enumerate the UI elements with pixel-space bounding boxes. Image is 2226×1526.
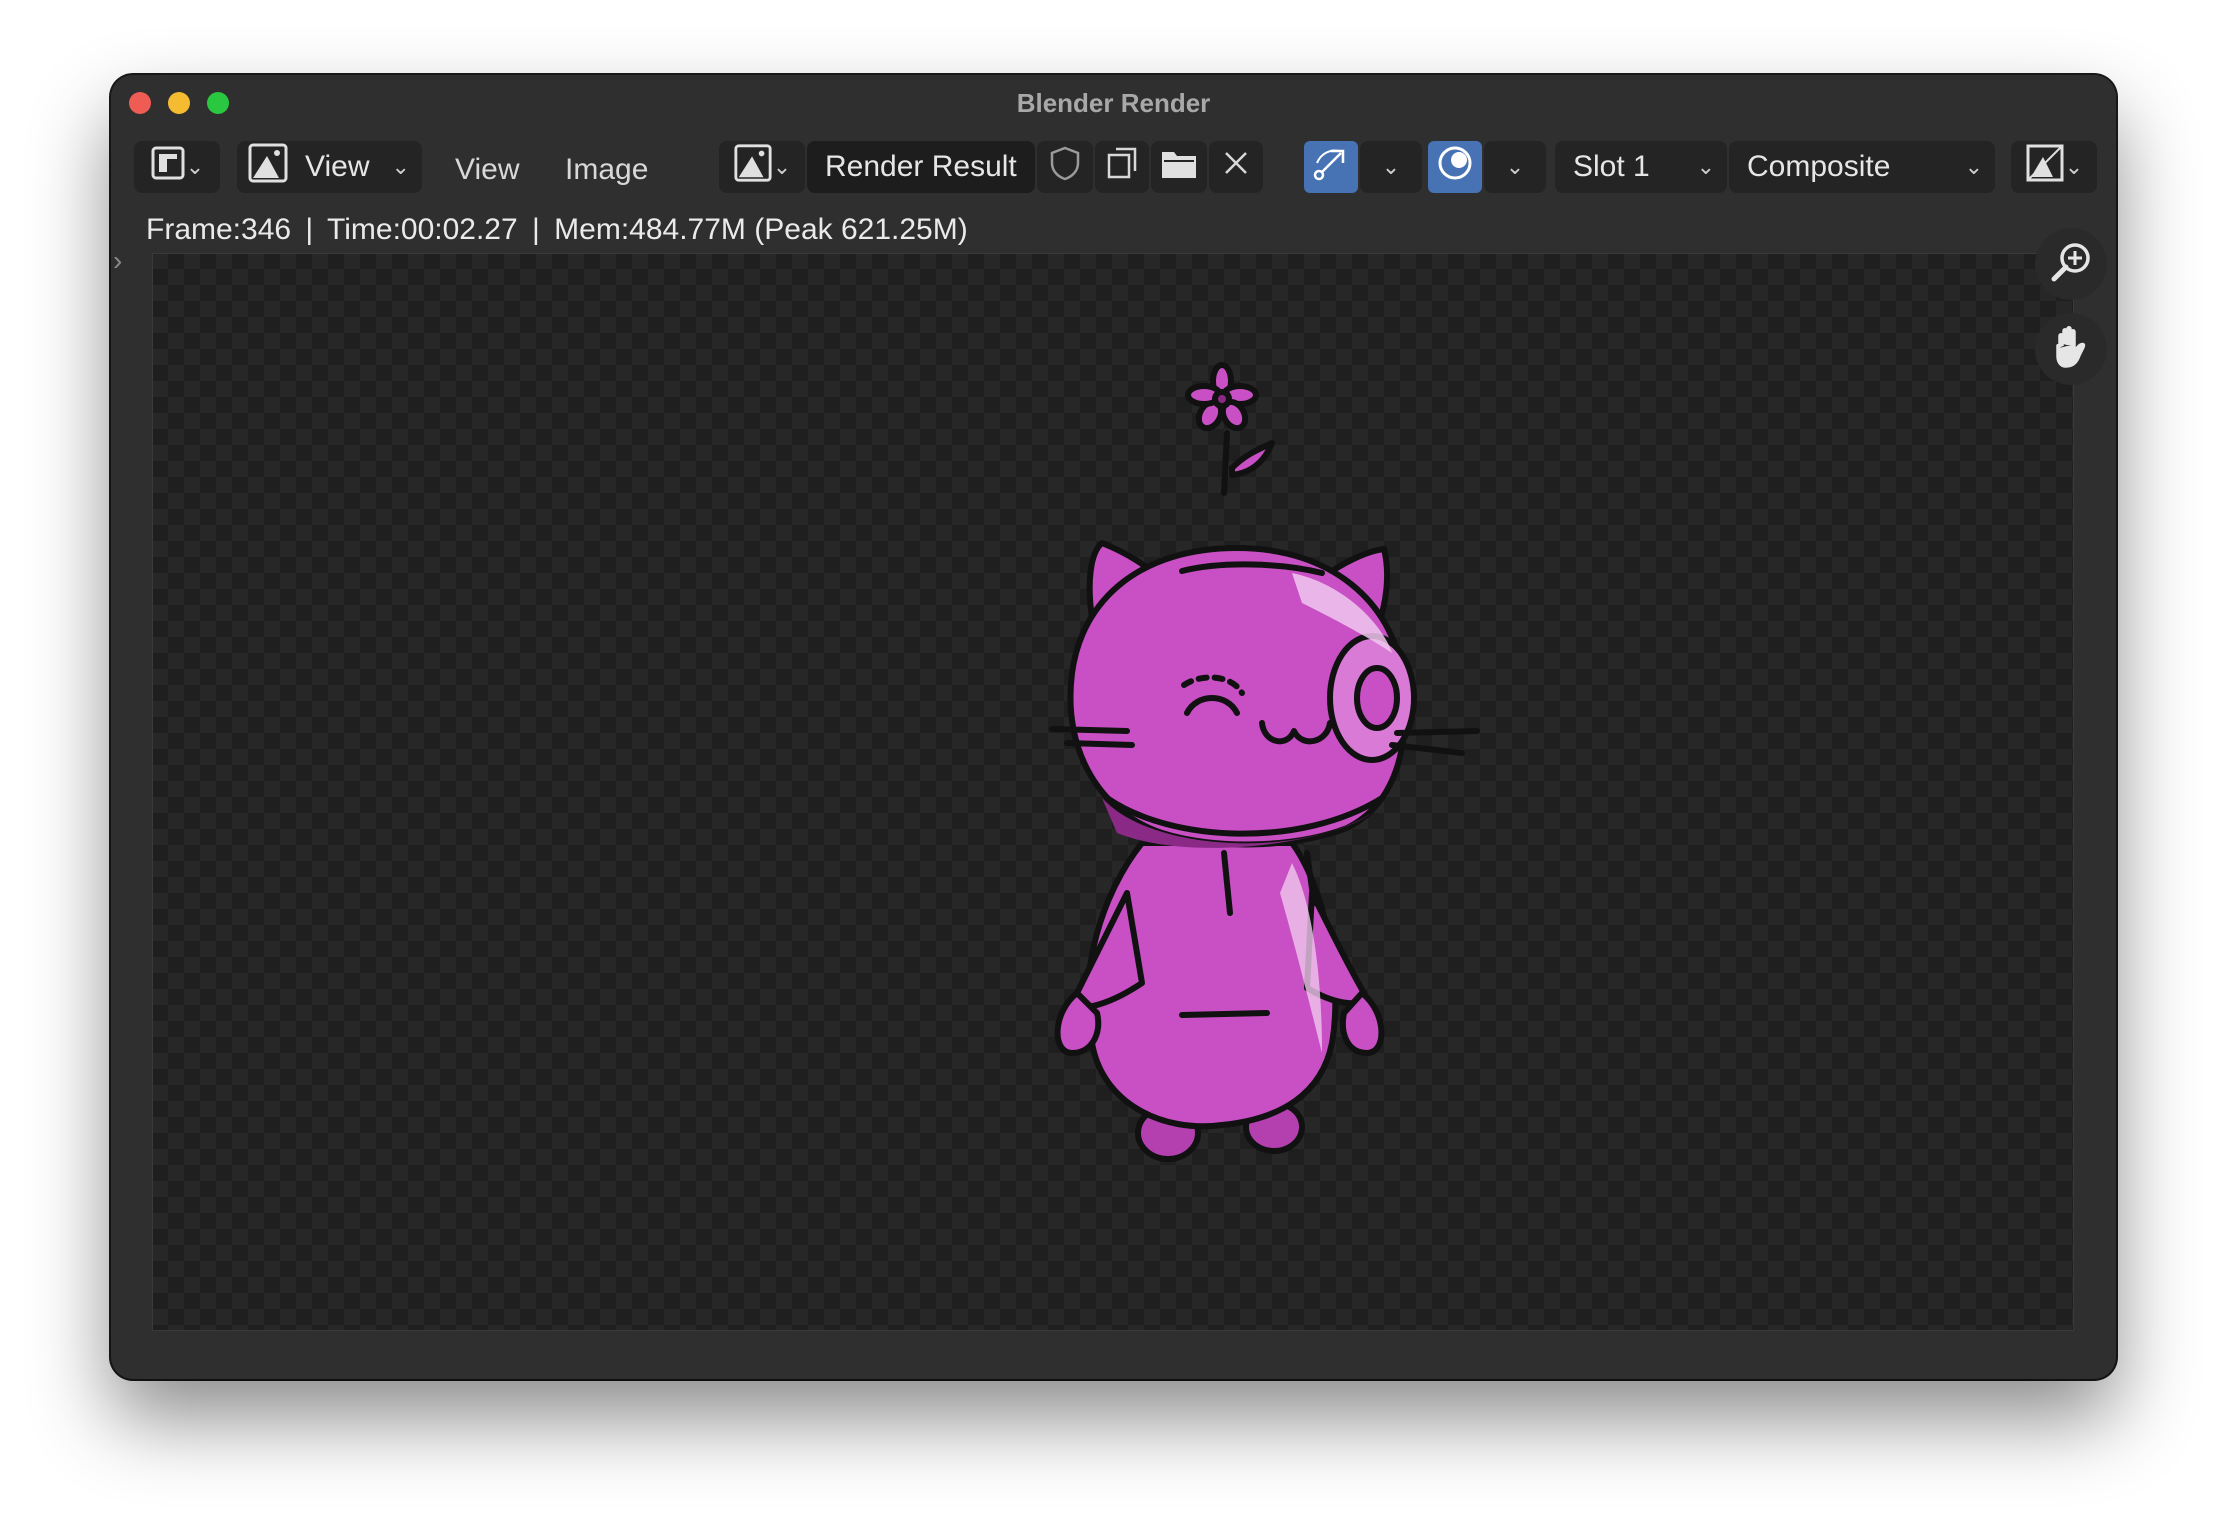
display-channels-dropdown[interactable]: ⌄	[2011, 141, 2097, 193]
image-browse-icon	[733, 143, 773, 191]
chevron-down-icon: ⌄	[1505, 154, 1525, 179]
window-title: Blender Render	[1016, 88, 1211, 118]
image-canvas[interactable]	[152, 253, 2074, 1331]
chevron-down-icon: ⌄	[2064, 154, 2084, 179]
new-image-button[interactable]	[1095, 141, 1149, 193]
duplicate-icon	[1104, 145, 1140, 189]
render-layer-label: Composite	[1747, 150, 1891, 183]
image-editor-icon	[150, 145, 186, 189]
folder-icon	[1160, 146, 1198, 188]
menu-image[interactable]: Image	[565, 153, 648, 187]
toolbar-expand-arrow[interactable]: ›	[113, 245, 122, 277]
time-readout: Time:00:02.27	[327, 213, 518, 246]
image-icon	[247, 142, 289, 192]
render-status-text: Frame:346 | Time:00:02.27 | Mem:484.77M …	[146, 213, 968, 246]
display-channels-icon	[2025, 143, 2065, 191]
overlay-icon	[1435, 143, 1475, 191]
chevron-down-icon: ⌄	[772, 154, 792, 179]
view-mode-dropdown[interactable]: View ⌄	[237, 141, 422, 193]
zoom-icon	[2049, 240, 2093, 289]
gizmo-options-dropdown[interactable]: ⌄	[1360, 141, 1422, 193]
image-browse-dropdown[interactable]: ⌄	[719, 141, 805, 193]
gizmo-icon	[1311, 143, 1351, 191]
overlay-toggle[interactable]	[1428, 141, 1482, 193]
open-image-button[interactable]	[1151, 141, 1207, 193]
chevron-down-icon: ⌄	[185, 154, 205, 179]
view-mode-label: View	[305, 150, 370, 183]
chevron-down-icon: ⌄	[391, 154, 410, 179]
memory-readout: Mem:484.77M (Peak 621.25M)	[554, 213, 968, 246]
slot-label: Slot 1	[1573, 150, 1650, 183]
close-icon	[1223, 150, 1249, 184]
pan-button[interactable]	[2035, 313, 2107, 385]
gizmo-toggle[interactable]	[1304, 141, 1358, 193]
render-result-image	[1049, 362, 1480, 1162]
chevron-down-icon: ⌄	[1381, 154, 1401, 179]
image-editor-header: ⌄ View ⌄ View Image ⌄ Render Result ⌄ ⌄ …	[111, 135, 2116, 211]
slot-dropdown[interactable]: Slot 1 ⌄	[1555, 141, 1727, 193]
blender-window: Blender Render ⌄ View ⌄ View Image ⌄ Ren…	[111, 75, 2116, 1379]
hand-icon	[2049, 324, 2093, 375]
zoom-button[interactable]	[2035, 228, 2107, 300]
overlay-options-dropdown[interactable]: ⌄	[1484, 141, 1546, 193]
frame-readout: Frame:346	[146, 213, 292, 246]
render-layer-dropdown[interactable]: Composite ⌄	[1729, 141, 1995, 193]
shield-icon	[1048, 145, 1082, 189]
editor-type-dropdown[interactable]: ⌄	[134, 141, 220, 193]
image-name-field[interactable]: Render Result	[807, 141, 1035, 193]
chevron-down-icon: ⌄	[1696, 154, 1715, 179]
unlink-image-button[interactable]	[1209, 141, 1263, 193]
title-bar: Blender Render	[111, 75, 2116, 130]
fake-user-button[interactable]	[1037, 141, 1093, 193]
menu-view[interactable]: View	[455, 153, 519, 187]
chevron-down-icon: ⌄	[1964, 154, 1983, 179]
